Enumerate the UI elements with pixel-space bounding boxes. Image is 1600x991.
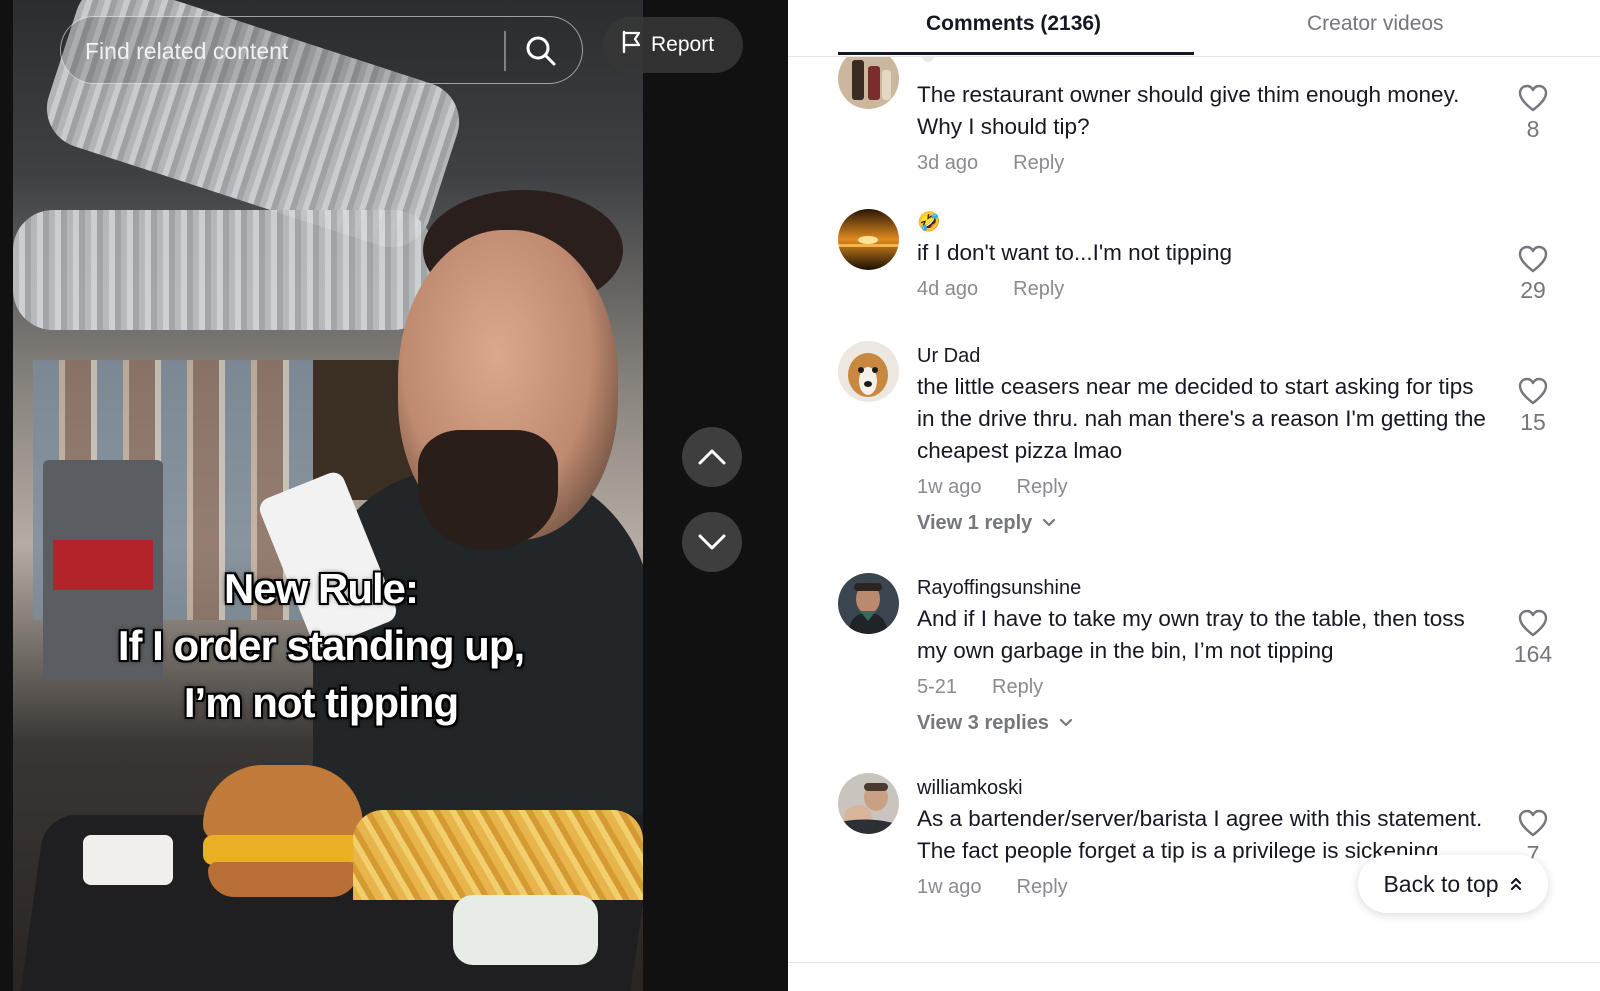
like-count: 15: [1520, 409, 1546, 435]
tab-comments[interactable]: Comments (2136): [926, 12, 1101, 36]
next-video-button[interactable]: [682, 512, 742, 572]
like-button[interactable]: 15: [1508, 377, 1558, 436]
view-replies-label: View 3 replies: [917, 711, 1049, 734]
back-to-top-button[interactable]: Back to top: [1358, 855, 1548, 913]
search-input[interactable]: [85, 31, 495, 71]
comment-text: if I don't want to...I'm not tipping: [917, 240, 1233, 265]
comment-username: 🤣: [917, 212, 941, 233]
reply-button[interactable]: Reply: [1017, 471, 1068, 503]
fries: [353, 810, 643, 900]
heart-icon: [1518, 609, 1548, 637]
comment-body: Rayoffingsunshine And if I have to take …: [917, 573, 1492, 737]
view-replies-button[interactable]: View 1 reply: [917, 509, 1492, 537]
comment-meta: 4d ago Reply: [917, 273, 1492, 305]
comment-username: williamkoski: [917, 777, 1023, 799]
video-player[interactable]: [13, 0, 643, 991]
reply-button[interactable]: Reply: [1013, 273, 1064, 305]
sauce-cup: [83, 835, 173, 885]
comment-text: the little ceasers near me decided to st…: [917, 374, 1486, 463]
avatar[interactable]: [838, 48, 899, 109]
heart-icon: [1518, 84, 1548, 112]
comment-time: 1w ago: [917, 476, 982, 498]
comment-time: 5-21: [917, 676, 958, 698]
burger-bun: [203, 765, 363, 840]
comment-text: The restaurant owner should give thim en…: [917, 82, 1460, 139]
chevron-up-icon: [698, 449, 726, 465]
comment-body: 🤣 if I don't want to...I'm not tipping 4…: [917, 209, 1492, 305]
comment-meta: 3d ago Reply: [917, 147, 1492, 179]
double-chevron-up-icon: [1510, 877, 1521, 891]
video-caption: New Rule: If I order standing up, I’m no…: [13, 560, 629, 731]
heart-icon: [1518, 377, 1548, 405]
like-count: 164: [1513, 641, 1553, 667]
heart-icon: [1518, 245, 1548, 273]
search-bar: [60, 16, 583, 84]
caption-line: I’m not tipping: [183, 679, 459, 726]
avatar[interactable]: [838, 341, 899, 402]
comment-meta: 5-21 Reply: [917, 671, 1492, 703]
like-count: 29: [1520, 277, 1546, 303]
like-count: 8: [1526, 116, 1540, 142]
comment-body: Ur Dad the little ceasers near me decide…: [917, 341, 1492, 537]
comment-time: 1w ago: [917, 876, 982, 898]
comment-username: Rayoffingsunshine: [917, 577, 1082, 599]
like-button[interactable]: 29: [1508, 245, 1558, 304]
burger-bottom: [208, 862, 358, 897]
heart-icon: [1518, 809, 1548, 837]
dip-cup: [453, 895, 598, 965]
report-button[interactable]: Report: [603, 17, 743, 73]
comment-text: And if I have to take my own tray to the…: [917, 606, 1465, 663]
reply-button[interactable]: Reply: [992, 671, 1043, 703]
comments-panel: Comments (2136) Creator videos The resta…: [788, 0, 1600, 991]
caption-line: New Rule:: [223, 565, 419, 612]
view-replies-button[interactable]: View 3 replies: [917, 709, 1492, 737]
comment-body: The restaurant owner should give thim en…: [917, 52, 1492, 179]
previous-video-button[interactable]: [682, 427, 742, 487]
divider: [788, 962, 1600, 963]
avatar[interactable]: [838, 573, 899, 634]
burger-cheese: [203, 835, 368, 865]
view-replies-label: View 1 reply: [917, 511, 1033, 534]
comment-meta: 1w ago Reply: [917, 471, 1492, 503]
comment-username: Ur Dad: [917, 345, 981, 367]
like-button[interactable]: 8: [1508, 84, 1558, 143]
person-beard: [418, 430, 558, 550]
chevron-down-icon: [1059, 718, 1073, 727]
chevron-down-icon: [698, 534, 726, 550]
caption-line: If I order standing up,: [117, 622, 525, 669]
flag-icon: [621, 30, 643, 60]
back-to-top-label: Back to top: [1383, 870, 1499, 897]
active-tab-indicator: [838, 52, 1194, 55]
avatar[interactable]: [838, 773, 899, 834]
search-divider: [504, 31, 506, 71]
ceiling-duct: [13, 210, 433, 330]
avatar[interactable]: [838, 209, 899, 270]
like-button[interactable]: 164: [1508, 609, 1558, 668]
search-icon[interactable]: [523, 33, 559, 69]
comment-time: 3d ago: [917, 152, 979, 174]
reply-button[interactable]: Reply: [1013, 147, 1064, 179]
comment-time: 4d ago: [917, 278, 979, 300]
tab-creator-videos[interactable]: Creator videos: [1307, 12, 1444, 36]
report-label: Report: [651, 33, 715, 56]
tab-bar: Comments (2136) Creator videos: [788, 0, 1600, 57]
chevron-down-icon: [1043, 518, 1056, 527]
reply-button[interactable]: Reply: [1017, 871, 1068, 903]
video-panel: New Rule: If I order standing up, I’m no…: [0, 0, 788, 991]
